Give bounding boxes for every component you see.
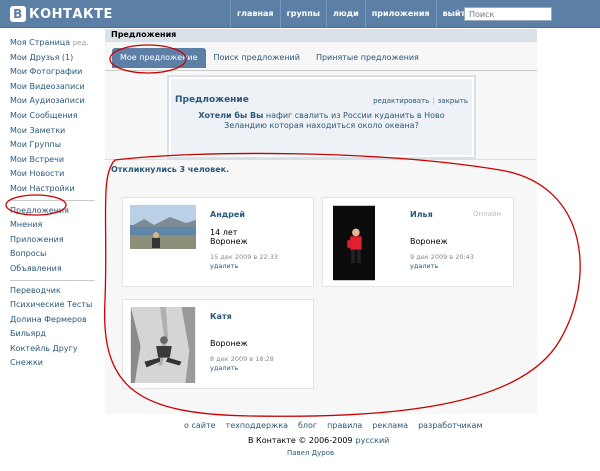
logo[interactable]: В КОНТАКТЕ <box>10 5 113 23</box>
close-proposal-link[interactable]: закрыть <box>438 97 468 105</box>
user-photo-andrey[interactable] <box>130 205 196 249</box>
action-separator: | <box>432 97 435 105</box>
proposal-actions: редактировать | закрыть <box>373 97 468 105</box>
sidebar-item-translator[interactable]: Переводчик <box>10 284 95 299</box>
sidebar-divider <box>10 279 95 281</box>
user-name[interactable]: Илья <box>410 210 433 219</box>
proposal-box: Предложение редактировать | закрыть Хотели… <box>167 75 476 159</box>
sidebar-item-events[interactable]: Мои Встречи <box>10 153 95 168</box>
online-status: Онлайн <box>473 210 501 218</box>
nav-home[interactable]: главная <box>230 0 280 28</box>
sidebar-item-farmers[interactable]: Долина Фермеров <box>10 313 95 328</box>
user-photo-katya[interactable] <box>130 307 196 383</box>
user-city: Воронеж <box>210 237 248 246</box>
sidebar-item-label: Моя Страница <box>10 38 71 47</box>
tab-accepted-offers[interactable]: Принятые предложения <box>308 48 427 68</box>
section-divider <box>105 159 537 160</box>
response-date: 9 дек 2009 в 20:43 <box>410 253 474 261</box>
footer-ads-link[interactable]: реклама <box>372 421 408 430</box>
search-input[interactable] <box>464 7 552 21</box>
proposal-text: Хотели бы Вы нафиг свалить из России куд… <box>189 111 454 131</box>
user-city: Воронеж <box>210 339 248 348</box>
top-nav: главная группы люди приложения выйти <box>230 0 477 28</box>
user-age: 14 лет <box>210 228 238 237</box>
tab-search-offers[interactable]: Поиск предложений <box>206 48 308 68</box>
sidebar-item-messages[interactable]: Мои Сообщения <box>10 109 95 124</box>
user-city: Воронеж <box>410 237 448 246</box>
response-card: Илья Онлайн Воронеж 9 дек 2009 в 20:43 у… <box>322 197 514 287</box>
sidebar-item-photos[interactable]: Мои Фотографии <box>10 65 95 80</box>
main-panel: Предложения Мое предложение Поиск предло… <box>105 29 537 414</box>
sidebar-item-applications[interactable]: Приложения <box>10 233 95 248</box>
sidebar-item-ads[interactable]: Объявления <box>10 262 95 277</box>
delete-link[interactable]: удалить <box>210 262 238 270</box>
language-link[interactable]: русский <box>356 436 390 445</box>
edit-proposal-link[interactable]: редактировать <box>373 97 429 105</box>
page-title: Предложения <box>105 29 537 42</box>
tab-my-offer[interactable]: Мое предложение <box>112 47 206 68</box>
sidebar-item-billiards[interactable]: Бильярд <box>10 327 95 342</box>
logo-text: КОНТАКТЕ <box>29 6 113 22</box>
response-card: Андрей 14 лет Воронеж 15 дек 2009 в 22:3… <box>122 197 314 287</box>
responded-count: Откликнулись 3 человек. <box>111 165 230 174</box>
sidebar-item-settings[interactable]: Мои Настройки <box>10 182 95 197</box>
nav-groups[interactable]: группы <box>279 0 326 28</box>
response-date: 8 дек 2009 в 18:28 <box>210 355 274 363</box>
nav-people[interactable]: люди <box>325 0 365 28</box>
response-date: 15 дек 2009 в 22:33 <box>210 253 279 261</box>
delete-link[interactable]: удалить <box>410 262 438 270</box>
response-card: Катя Воронеж 8 дек 2009 в 18:28 удалить <box>122 299 314 389</box>
edit-link[interactable]: ред. <box>73 39 89 47</box>
sidebar-divider <box>10 199 95 201</box>
sidebar-item-questions[interactable]: Вопросы <box>10 247 95 262</box>
copyright: В Контакте © 2006-2009 русский <box>248 436 389 445</box>
sidebar-item-videos[interactable]: Мои Видеозаписи <box>10 80 95 95</box>
sidebar-item-notes[interactable]: Мои Заметки <box>10 124 95 139</box>
footer-about-link[interactable]: о сайте <box>184 421 216 430</box>
footer-developers-link[interactable]: разработчикам <box>418 421 482 430</box>
sidebar-item-snowballs[interactable]: Снежки <box>10 356 95 371</box>
sidebar-item-tests[interactable]: Психические Тесты <box>10 298 95 313</box>
footer-links: о сайте техподдержка блог правила реклам… <box>184 421 492 430</box>
sidebar-item-opinions[interactable]: Мнения <box>10 218 95 233</box>
top-header: В КОНТАКТЕ главная группы люди приложени… <box>0 0 600 28</box>
proposal-text-bold: Хотели бы Вы <box>198 111 264 120</box>
sidebar-item-news[interactable]: Мои Новости <box>10 167 95 182</box>
sidebar-item-groups[interactable]: Мои Группы <box>10 138 95 153</box>
footer-blog-link[interactable]: блог <box>298 421 317 430</box>
user-name[interactable]: Андрей <box>210 210 245 219</box>
sidebar-item-my-page[interactable]: Моя Страница ред. <box>10 36 95 51</box>
footer-rules-link[interactable]: правила <box>327 421 362 430</box>
sidebar: Моя Страница ред. Мои Друзья (1) Мои Фот… <box>10 36 95 371</box>
footer-support-link[interactable]: техподдержка <box>226 421 288 430</box>
proposal-heading: Предложение <box>175 95 249 105</box>
delete-link[interactable]: удалить <box>210 364 238 372</box>
user-photo-ilya[interactable] <box>333 205 375 281</box>
copyright-text: В Контакте © 2006-2009 <box>248 436 353 445</box>
sidebar-item-offers[interactable]: Предложения <box>10 204 95 219</box>
logo-letter: В <box>10 6 26 22</box>
tab-bar: Мое предложение Поиск предложений Принят… <box>105 45 537 71</box>
author-link[interactable]: Павел Дуров <box>287 449 334 457</box>
user-name[interactable]: Катя <box>210 312 232 321</box>
sidebar-item-friends[interactable]: Мои Друзья (1) <box>10 51 95 66</box>
sidebar-item-cocktail[interactable]: Коктейль Другу <box>10 342 95 357</box>
nav-apps[interactable]: приложения <box>364 0 436 28</box>
sidebar-item-audio[interactable]: Мои Аудиозаписи <box>10 94 95 109</box>
